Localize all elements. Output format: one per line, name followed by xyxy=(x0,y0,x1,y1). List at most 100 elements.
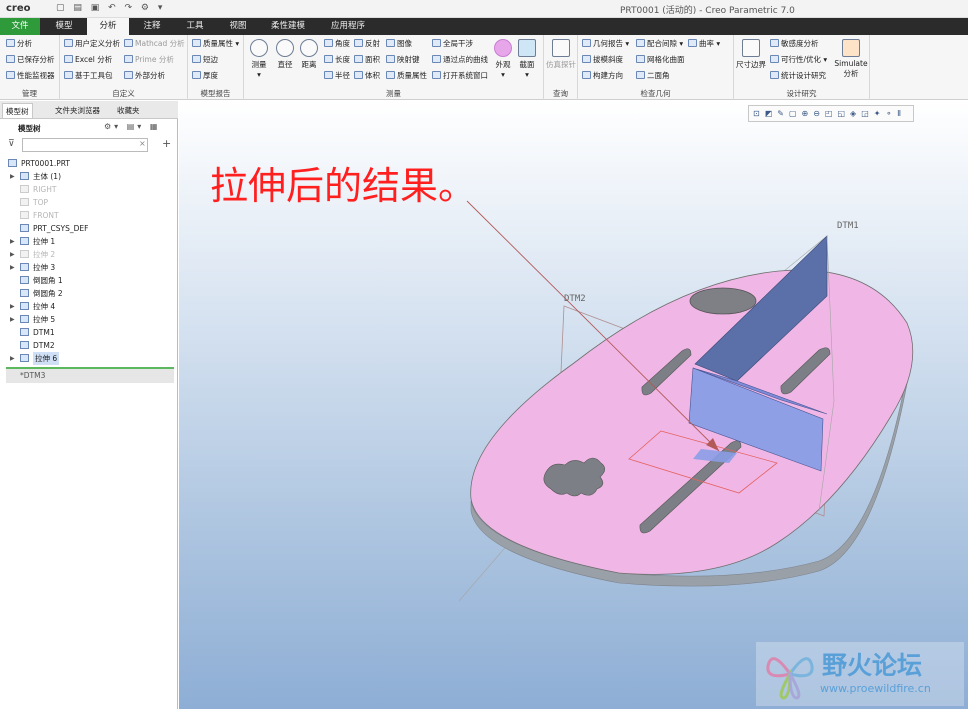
area-button[interactable]: 面积 xyxy=(354,55,380,65)
volume-button[interactable]: 体积 xyxy=(354,71,380,81)
statistical-design-study-button[interactable]: 统计设计研究 xyxy=(770,71,826,81)
fit-gap-button[interactable]: 配合间隙 ▾ xyxy=(636,39,683,49)
global-interference-button[interactable]: 全局干涉 xyxy=(432,39,473,49)
distance-button[interactable]: 距离 xyxy=(300,39,318,70)
tree-node[interactable]: ▶ 拉伸 3 xyxy=(0,261,176,274)
radius-button[interactable]: 半径 xyxy=(324,71,350,81)
expand-arrow-icon[interactable]: ▶ xyxy=(10,248,15,261)
tab-analysis[interactable]: 分析 xyxy=(87,18,129,35)
dimension-boundary-button[interactable]: 尺寸边界 xyxy=(736,39,766,70)
thickness-button[interactable]: 厚度 xyxy=(192,71,218,81)
tab-model-tree[interactable]: 模型树 xyxy=(2,103,33,118)
expand-arrow-icon[interactable]: ▶ xyxy=(10,313,15,326)
tree-settings-icons[interactable]: ⚙▾ ▤▾ ▦ xyxy=(104,122,160,131)
expand-arrow-icon[interactable]: ▶ xyxy=(10,261,15,274)
measure-button[interactable]: 测量 ▾ xyxy=(250,39,268,79)
tab-model[interactable]: 模型 xyxy=(44,18,84,35)
insert-here-node[interactable]: *DTM3 xyxy=(6,369,174,383)
image-button[interactable]: 图像 xyxy=(386,39,412,49)
mass-properties-measure-button[interactable]: 质量属性 xyxy=(386,71,427,81)
view-toolbar[interactable]: ⊡◩✎▢⊕⊖◰◱◈◲✦⚬Ⅱ xyxy=(748,105,914,122)
tab-view[interactable]: 视图 xyxy=(218,18,258,35)
watermark: 野火论坛 www.proewildfire.cn xyxy=(756,642,964,706)
clear-search-icon[interactable]: × xyxy=(139,139,146,148)
short-edge-button[interactable]: 短边 xyxy=(192,55,218,65)
tree-node[interactable]: ▶ 拉伸 1 xyxy=(0,235,176,248)
reflection-button[interactable]: 反射 xyxy=(354,39,380,49)
analysis-button[interactable]: 分析 xyxy=(6,39,32,49)
simulation-probe-button[interactable]: 仿真探针 xyxy=(544,39,578,70)
sensitivity-analysis-button[interactable]: 敏感度分析 xyxy=(770,39,819,49)
user-defined-analysis-button[interactable]: 用户定义分析 xyxy=(64,39,120,49)
diameter-button[interactable]: 直径 xyxy=(276,39,294,70)
tab-tools[interactable]: 工具 xyxy=(175,18,215,35)
graphics-viewport[interactable]: ⊡◩✎▢⊕⊖◰◱◈◲✦⚬Ⅱ 拉伸后的结果。 DTM1 DTM2 xyxy=(179,101,968,709)
add-column-icon[interactable]: + xyxy=(162,137,171,150)
performance-monitor-button[interactable]: 性能监视器 xyxy=(6,71,55,81)
appearance-sphere-icon xyxy=(494,39,512,57)
tree-node[interactable]: DTM1 xyxy=(0,326,176,339)
area-icon xyxy=(354,55,363,63)
simulate-analysis-button[interactable]: Simulate 分析 xyxy=(834,39,868,79)
prime-analysis-button[interactable]: Prime 分析 xyxy=(124,55,174,65)
tree-search-input[interactable] xyxy=(22,138,148,152)
feasibility-optimization-button[interactable]: 可行性/优化 ▾ xyxy=(770,55,827,65)
external-analysis-button[interactable]: 外部分析 xyxy=(124,71,165,81)
feature-icon xyxy=(8,159,17,167)
butterfly-logo-icon xyxy=(766,657,814,700)
expand-arrow-icon[interactable]: ▶ xyxy=(10,235,15,248)
tree-node[interactable]: FRONT xyxy=(0,209,176,222)
build-direction-button[interactable]: 构建方向 xyxy=(582,71,623,81)
ribbon: 分析 已保存分析 性能监视器 管理 用户定义分析 Mathcad 分析 Exce… xyxy=(0,35,968,100)
geometry-report-button[interactable]: 几何报告 ▾ xyxy=(582,39,629,49)
tab-file[interactable]: 文件 xyxy=(0,18,40,35)
expand-arrow-icon[interactable]: ▶ xyxy=(10,352,15,365)
tree-node[interactable]: TOP xyxy=(0,196,176,209)
tree-node[interactable]: ▶ 拉伸 5 xyxy=(0,313,176,326)
mesh-surface-button[interactable]: 网格化曲面 xyxy=(636,55,685,65)
tab-annotate[interactable]: 注释 xyxy=(132,18,172,35)
group-model-report: 质量属性 ▾ 短边 厚度 模型报告 xyxy=(188,35,244,100)
tree-node[interactable]: ▶ 拉伸 6 xyxy=(0,352,176,365)
section-button[interactable]: 截面 ▾ xyxy=(518,39,536,79)
direction-icon xyxy=(582,71,591,79)
shadow-key-button[interactable]: 陕射键 xyxy=(386,55,420,65)
tab-folder-browser[interactable]: 文件夹浏览器 xyxy=(52,103,103,118)
length-button[interactable]: 长度 xyxy=(324,55,350,65)
curvature-button[interactable]: 曲率 ▾ xyxy=(688,39,720,49)
curve-through-points-button[interactable]: 通过点的曲线 xyxy=(432,55,488,65)
mass-properties-button[interactable]: 质量属性 ▾ xyxy=(192,39,239,49)
volume-icon xyxy=(354,71,363,79)
tree-node[interactable]: ▶ 拉伸 4 xyxy=(0,300,176,313)
tab-flexible-modeling[interactable]: 柔性建模 xyxy=(260,18,316,35)
tree-node-label: 拉伸 6 xyxy=(33,352,60,365)
mass-icon xyxy=(192,39,201,47)
section-cube-icon xyxy=(518,39,536,57)
angle-button[interactable]: 角度 xyxy=(324,39,350,49)
dihedral-angle-button[interactable]: 二面角 xyxy=(636,71,670,81)
toolkit-based-button[interactable]: 基于工具包 xyxy=(64,71,113,81)
tree-node[interactable]: 倒圆角 2 xyxy=(0,287,176,300)
open-system-window-button[interactable]: 打开系统窗口 xyxy=(432,71,488,81)
expand-arrow-icon[interactable]: ▶ xyxy=(10,300,15,313)
excel-analysis-button[interactable]: Excel 分析 xyxy=(64,55,112,65)
mathcad-analysis-button[interactable]: Mathcad 分析 xyxy=(124,39,185,49)
tree-node[interactable]: RIGHT xyxy=(0,183,176,196)
title-bar: creo ▢ ▤ ▣ ↶ ↷ ⚙ ▾ PRT0001 (活动的) - Creo … xyxy=(0,0,968,18)
tab-favorites[interactable]: 收藏夹 xyxy=(114,103,143,118)
tree-node[interactable]: 倒圆角 1 xyxy=(0,274,176,287)
feature-icon xyxy=(20,276,29,284)
filter-icon[interactable]: ⊽ xyxy=(8,139,15,149)
tree-node[interactable]: ▶ 主体 (1) xyxy=(0,170,176,183)
saved-analysis-icon xyxy=(6,55,15,63)
saved-analysis-button[interactable]: 已保存分析 xyxy=(6,55,55,65)
tree-node[interactable]: PRT_CSYS_DEF xyxy=(0,222,176,235)
expand-arrow-icon[interactable]: ▶ xyxy=(10,170,15,183)
draft-button[interactable]: 拔模斜度 xyxy=(582,55,623,65)
tab-applications[interactable]: 应用程序 xyxy=(320,18,376,35)
quick-access-toolbar[interactable]: ▢ ▤ ▣ ↶ ↷ ⚙ ▾ xyxy=(56,3,165,13)
tree-node[interactable]: DTM2 xyxy=(0,339,176,352)
appearance-button[interactable]: 外观 ▾ xyxy=(494,39,512,79)
tree-node[interactable]: PRT0001.PRT xyxy=(0,157,176,170)
tree-node[interactable]: ▶ 拉伸 2 xyxy=(0,248,176,261)
